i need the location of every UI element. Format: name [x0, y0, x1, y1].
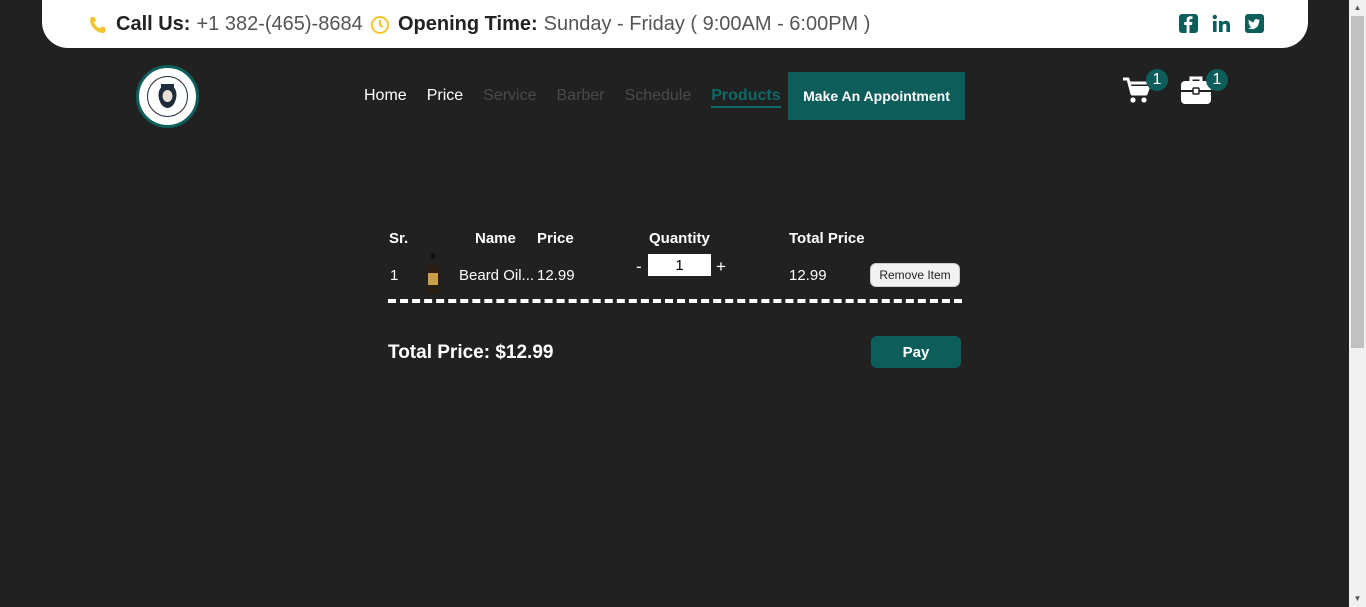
hours-value: Sunday - Friday ( 9:00AM - 6:00PM ) — [543, 13, 871, 35]
scroll-down-arrow-icon[interactable]: ▼ — [1349, 591, 1366, 607]
row-product-name: Beard Oil... — [459, 267, 535, 284]
phone-icon — [88, 15, 108, 35]
main-nav: Home Price Service Barber Schedule Produ… — [364, 86, 801, 108]
twitter-icon[interactable] — [1245, 14, 1264, 33]
cart-count-badge: 1 — [1146, 69, 1168, 91]
header-sr: Sr. — [389, 230, 409, 247]
logo[interactable] — [136, 65, 199, 128]
scroll-up-arrow-icon[interactable]: ▲ — [1349, 0, 1366, 16]
linkedin-icon[interactable] — [1212, 14, 1231, 33]
hours-label: Opening Time: — [398, 13, 538, 35]
nav-item-products[interactable]: Products — [711, 86, 781, 108]
cart-divider — [388, 299, 962, 303]
nav-item-home[interactable]: Home — [364, 86, 407, 108]
header-total-price: Total Price — [789, 230, 865, 247]
nav-item-barber[interactable]: Barber — [557, 86, 605, 108]
clock-icon — [370, 15, 390, 35]
row-total-price: 12.99 — [789, 267, 827, 284]
quantity-decrement-button[interactable]: - — [636, 257, 642, 277]
facebook-icon[interactable] — [1179, 14, 1198, 33]
call-label: Call Us: — [116, 13, 191, 35]
product-thumbnail — [426, 253, 440, 295]
nav-item-schedule[interactable]: Schedule — [625, 86, 692, 108]
row-sr: 1 — [390, 267, 399, 284]
remove-item-button[interactable]: Remove Item — [870, 263, 960, 287]
header-name: Name — [475, 230, 516, 247]
opening-hours: Opening Time: Sunday - Friday ( 9:00AM -… — [370, 13, 870, 36]
make-appointment-button[interactable]: Make An Appointment — [788, 72, 965, 120]
bag-count-badge: 1 — [1206, 69, 1228, 91]
nav-item-service[interactable]: Service — [483, 86, 536, 108]
social-links — [1179, 14, 1264, 33]
header-price: Price — [537, 230, 574, 247]
quantity-input[interactable] — [648, 254, 711, 276]
nav-item-price[interactable]: Price — [427, 86, 463, 108]
scrollbar-thumb[interactable] — [1351, 16, 1364, 348]
top-info-bar: Call Us: +1 382-(465)-8684 Opening Time:… — [42, 0, 1308, 48]
row-price: 12.99 — [537, 267, 575, 284]
contact-phone: Call Us: +1 382-(465)-8684 — [88, 13, 363, 36]
header-quantity: Quantity — [649, 230, 710, 247]
cart-total-price: Total Price: $12.99 — [388, 342, 554, 363]
call-number[interactable]: +1 382-(465)-8684 — [196, 13, 362, 36]
logo-emblem-icon — [140, 69, 195, 124]
quantity-increment-button[interactable]: + — [716, 257, 726, 277]
pay-button[interactable]: Pay — [871, 336, 961, 368]
